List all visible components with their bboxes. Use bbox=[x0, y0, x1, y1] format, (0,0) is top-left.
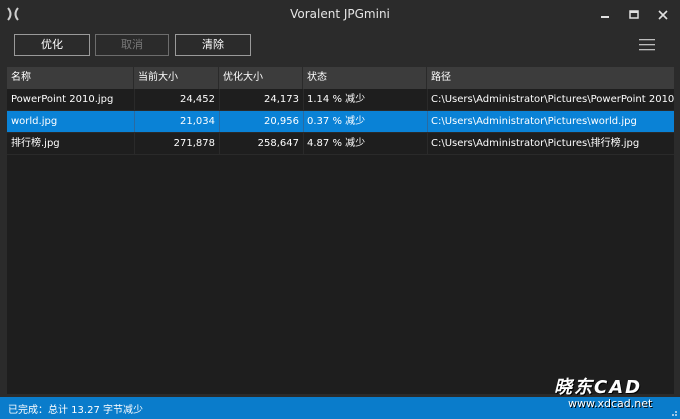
cell-status: 1.14 % 减少 bbox=[307, 94, 366, 105]
watermark: 晓东CAD www.xdcad.net bbox=[554, 373, 672, 413]
table-header: 名称 当前大小 优化大小 状态 路径 bbox=[7, 67, 674, 89]
cell-status: 4.87 % 减少 bbox=[307, 138, 366, 149]
cell-path: C:\Users\Administrator\Pictures\PowerPoi… bbox=[431, 94, 674, 105]
window-title: Voralent JPGmini bbox=[290, 7, 390, 21]
cell-optimized-size: 20,956 bbox=[264, 116, 299, 127]
cell-current-size: 271,878 bbox=[173, 138, 215, 149]
close-icon[interactable] bbox=[654, 6, 672, 24]
watermark-url: www.xdcad.net bbox=[568, 397, 653, 410]
cell-status: 0.37 % 减少 bbox=[307, 116, 366, 127]
column-header-name[interactable]: 名称 bbox=[7, 67, 134, 89]
table-row[interactable]: PowerPoint 2010.jpg 24,452 24,173 1.14 %… bbox=[7, 89, 674, 111]
cell-path: C:\Users\Administrator\Pictures\world.jp… bbox=[431, 116, 637, 127]
hamburger-menu-icon[interactable] bbox=[638, 38, 656, 52]
column-header-current-size[interactable]: 当前大小 bbox=[134, 67, 219, 89]
watermark-logo: 晓东CAD bbox=[554, 377, 643, 398]
cell-current-size: 24,452 bbox=[180, 94, 215, 105]
cell-optimized-size: 24,173 bbox=[264, 94, 299, 105]
cell-name: 排行榜.jpg bbox=[11, 138, 60, 149]
status-text: 已完成：总计 13.27 字节减少 bbox=[8, 405, 143, 416]
column-header-path[interactable]: 路径 bbox=[427, 67, 674, 89]
cell-optimized-size: 258,647 bbox=[257, 138, 299, 149]
cell-current-size: 21,034 bbox=[180, 116, 215, 127]
cancel-button[interactable]: 取消 bbox=[95, 34, 169, 56]
cell-name: world.jpg bbox=[11, 116, 58, 127]
cell-path: C:\Users\Administrator\Pictures\排行榜.jpg bbox=[431, 138, 640, 149]
column-header-optimized-size[interactable]: 优化大小 bbox=[219, 67, 303, 89]
table-row[interactable]: 排行榜.jpg 271,878 258,647 4.87 % 减少 C:\Use… bbox=[7, 133, 674, 155]
clear-button[interactable]: 清除 bbox=[175, 34, 251, 56]
table-row-selected[interactable]: world.jpg 21,034 20,956 0.37 % 减少 C:\Use… bbox=[7, 111, 674, 133]
cell-name: PowerPoint 2010.jpg bbox=[11, 94, 114, 105]
column-header-status[interactable]: 状态 bbox=[303, 67, 427, 89]
file-list-table: 名称 当前大小 优化大小 状态 路径 PowerPoint 2010.jpg 2… bbox=[7, 67, 674, 394]
optimize-button[interactable]: 优化 bbox=[14, 34, 90, 56]
title-bar: Voralent JPGmini bbox=[0, 0, 680, 30]
minimize-icon[interactable] bbox=[596, 6, 614, 24]
resize-grip-icon[interactable] bbox=[668, 407, 678, 417]
maximize-icon[interactable] bbox=[625, 6, 643, 24]
